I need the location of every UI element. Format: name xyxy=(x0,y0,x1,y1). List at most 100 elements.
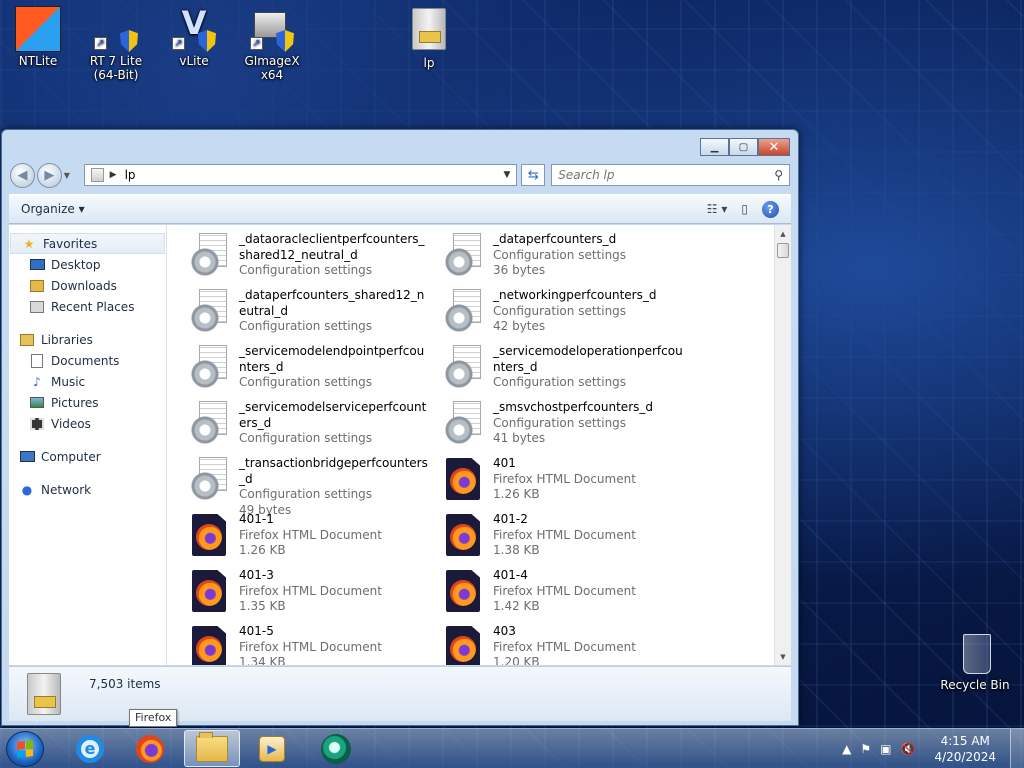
file-item[interactable]: 401-4 Firefox HTML Document 1.42 KB xyxy=(439,567,693,623)
file-item[interactable]: 401-3 Firefox HTML Document 1.35 KB xyxy=(185,567,439,623)
nav-music[interactable]: ♪ Music xyxy=(9,371,166,392)
start-button[interactable] xyxy=(6,731,44,767)
maximize-button[interactable]: ▢ xyxy=(729,138,758,156)
search-icon[interactable]: ⚲ xyxy=(774,168,783,182)
desktop-icon-ntlite[interactable]: NTLite xyxy=(0,6,76,68)
file-name: 401-2 xyxy=(493,512,528,526)
firefox-icon xyxy=(136,734,164,763)
desktop-icon-rt7lite[interactable]: ↗ RT 7 Lite (64-Bit) xyxy=(78,6,154,82)
volume-muted-icon[interactable]: 🔇 xyxy=(901,742,916,756)
nav-libraries[interactable]: Libraries xyxy=(9,329,166,350)
config-file-icon xyxy=(185,399,233,447)
desktop-icon-label: NTLite xyxy=(18,54,58,68)
desktop-icon-vlite[interactable]: V ↗ vLite xyxy=(156,6,232,68)
desktop-icon-lp[interactable]: lp xyxy=(391,6,467,70)
show-desktop-button[interactable] xyxy=(1010,729,1024,768)
address-path[interactable]: lp xyxy=(125,168,504,182)
minimize-button[interactable]: ▁ xyxy=(700,138,729,156)
forward-button[interactable]: ▶ xyxy=(36,162,62,188)
search-box[interactable]: ⚲ xyxy=(551,164,790,186)
recent-places-icon xyxy=(29,300,45,314)
back-button[interactable]: ◀ xyxy=(10,162,35,188)
documents-icon xyxy=(29,353,45,368)
vertical-scrollbar[interactable]: ▲ ▼ xyxy=(774,225,791,665)
config-file-icon xyxy=(439,399,487,447)
scroll-down-icon[interactable]: ▼ xyxy=(775,648,791,665)
file-item[interactable]: _servicemodelendpointperfcounters_d Confi… xyxy=(185,343,439,399)
address-dropdown-icon[interactable]: ▼ xyxy=(503,170,510,180)
taskbar-media-player[interactable]: ▶ xyxy=(244,730,300,767)
taskbar-firefox[interactable] xyxy=(122,730,178,767)
file-item[interactable]: 401 Firefox HTML Document 1.26 KB xyxy=(439,455,693,511)
desktop-icon-label: vLite xyxy=(179,54,209,68)
taskbar-internet-explorer[interactable]: e xyxy=(62,730,118,767)
file-item[interactable]: _dataperfcounters_d Configuration setting… xyxy=(439,231,693,287)
desktop-icon-gimagex[interactable]: ↗ GImageX x64 xyxy=(234,6,310,82)
vlite-icon: V ↗ xyxy=(170,6,218,52)
file-name: _dataperfcounters_d xyxy=(493,232,617,246)
config-file-icon xyxy=(185,287,233,335)
file-item[interactable]: _transactionbridgeperfcounters_d Configur… xyxy=(185,455,439,517)
taskbar-windows-explorer[interactable] xyxy=(184,730,240,767)
clock-date: 4/20/2024 xyxy=(934,750,996,764)
server-icon xyxy=(405,8,453,54)
file-item[interactable]: 403 Firefox HTML Document 1.20 KB xyxy=(439,623,693,665)
nav-desktop[interactable]: Desktop xyxy=(9,254,166,275)
forward-arrow-icon: ▶ xyxy=(44,167,55,183)
search-input[interactable] xyxy=(558,168,775,182)
music-icon: ♪ xyxy=(33,374,41,389)
refresh-button[interactable]: ⇆ xyxy=(521,164,546,186)
file-name: 401-4 xyxy=(493,568,528,582)
action-center-flag-icon[interactable]: ⚑ xyxy=(860,742,871,756)
uac-shield-icon xyxy=(198,30,216,52)
file-item[interactable]: _servicemodeloperationperfcounters_d Conf… xyxy=(439,343,693,399)
clock[interactable]: 4:15 AM 4/20/2024 xyxy=(934,733,996,765)
organize-button[interactable]: Organize ▾ xyxy=(21,202,85,216)
preview-pane-icon[interactable]: ▯ xyxy=(741,202,748,216)
ntlite-icon xyxy=(15,6,61,52)
file-item[interactable]: _dataperfcounters_shared12_neutral_d Conf… xyxy=(185,287,439,343)
nav-recent-places[interactable]: Recent Places xyxy=(9,296,166,317)
file-name: 401-3 xyxy=(239,568,274,582)
scroll-up-icon[interactable]: ▲ xyxy=(775,225,791,242)
file-item[interactable]: 401-2 Firefox HTML Document 1.38 KB xyxy=(439,511,693,567)
file-size: 1.38 KB xyxy=(493,543,540,557)
scroll-thumb[interactable] xyxy=(777,243,789,258)
file-type: Configuration settings xyxy=(239,375,373,389)
close-button[interactable]: ✕ xyxy=(758,138,790,156)
nav-favorites[interactable]: ★ Favorites xyxy=(10,233,165,254)
breadcrumb-separator-icon[interactable]: ▶ xyxy=(110,170,117,180)
rt7lite-icon: ↗ xyxy=(92,6,140,52)
nav-network[interactable]: ● Network xyxy=(9,479,166,500)
taskbar: e ▶ ▲ ⚑ ▣ 🔇 4:15 AM 4/20/2024 xyxy=(0,728,1024,768)
file-type: Firefox HTML Document xyxy=(493,583,636,598)
firefox-html-icon xyxy=(439,567,487,615)
nav-computer[interactable]: Computer xyxy=(9,446,166,467)
gimagex-icon: ↗ xyxy=(248,6,296,52)
file-item[interactable]: 401-5 Firefox HTML Document 1.34 KB xyxy=(185,623,439,665)
show-hidden-icons-icon[interactable]: ▲ xyxy=(842,742,851,756)
navigation-bar: ◀ ▶ ▼ ▶ lp ▼ ⇆ ⚲ xyxy=(10,162,790,188)
help-icon[interactable]: ? xyxy=(762,200,779,218)
desktop-icon-recycle-bin[interactable]: Recycle Bin xyxy=(937,630,1013,692)
file-item[interactable]: _servicemodelserviceperfcounters_d Config… xyxy=(185,399,439,455)
file-item[interactable]: _dataoracleclientperfcounters_shared12_n… xyxy=(185,231,439,287)
taskbar-green-app[interactable] xyxy=(308,730,364,767)
nav-downloads[interactable]: Downloads xyxy=(9,275,166,296)
file-type: Configuration settings xyxy=(239,487,373,501)
clock-time: 4:15 AM xyxy=(940,734,990,748)
change-view-icon[interactable]: ☷ ▾ xyxy=(707,202,728,216)
nav-pictures[interactable]: Pictures xyxy=(9,392,166,413)
file-item[interactable]: _smsvchostperfcounters_d Configuration se… xyxy=(439,399,693,455)
nav-videos[interactable]: Videos xyxy=(9,413,166,434)
file-item[interactable]: _networkingperfcounters_d Configuration s… xyxy=(439,287,693,343)
explorer-window[interactable]: ▁ ▢ ✕ ◀ ▶ ▼ ▶ lp ▼ ⇆ ⚲ Organize ▾ ☷ ▾ ▯ … xyxy=(1,129,799,726)
nav-documents[interactable]: Documents xyxy=(9,350,166,371)
file-size: 1.26 KB xyxy=(493,487,540,501)
file-type: Configuration settings xyxy=(239,263,373,277)
address-bar[interactable]: ▶ lp ▼ xyxy=(83,164,518,186)
desktop-icon-label: Recycle Bin xyxy=(940,678,1010,692)
recent-pages-dropdown[interactable]: ▼ xyxy=(64,171,78,180)
file-item[interactable]: 401-1 Firefox HTML Document 1.26 KB xyxy=(185,511,439,567)
network-status-icon[interactable]: ▣ xyxy=(880,742,891,756)
